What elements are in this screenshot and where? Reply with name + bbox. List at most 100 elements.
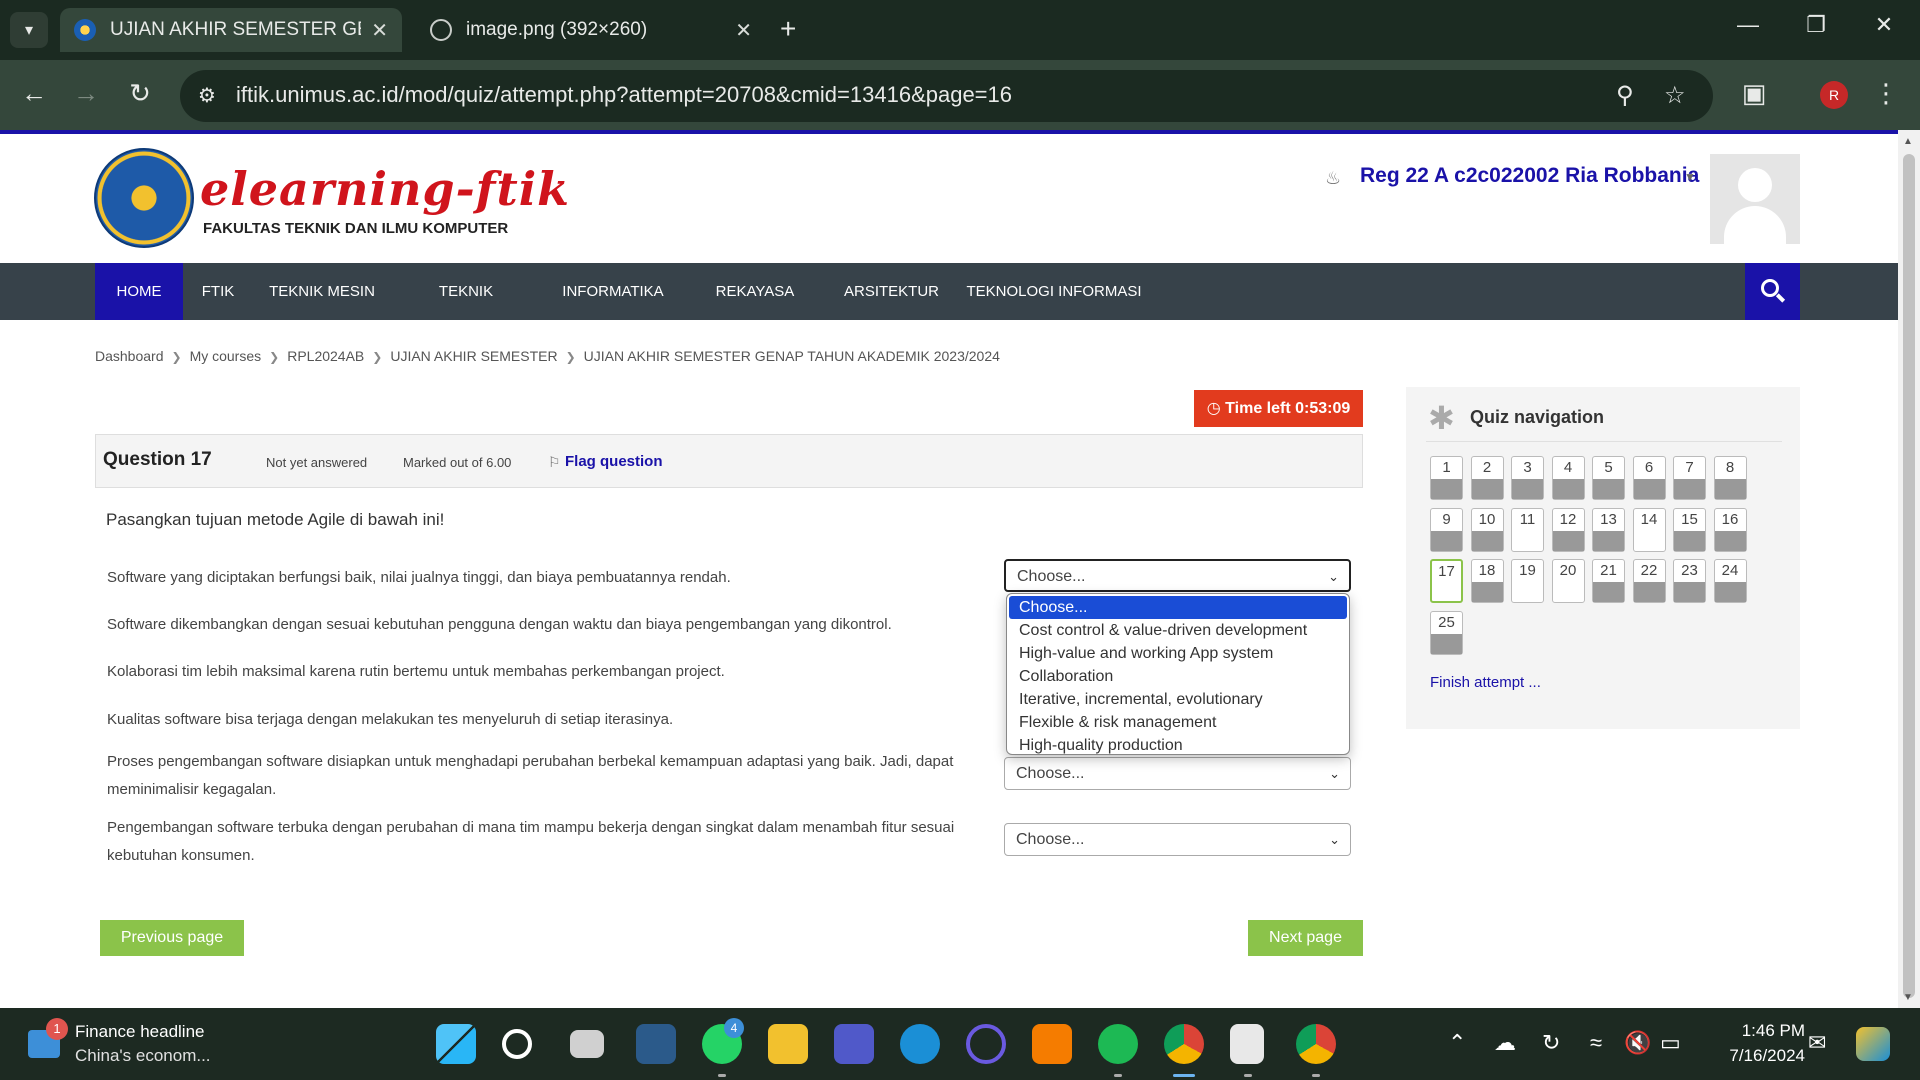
tab-search-button[interactable]: ▾ <box>10 12 48 48</box>
dropdown-option[interactable]: Cost control & value-driven development <box>1009 619 1347 642</box>
caret-down-icon[interactable]: ▼ <box>1684 170 1696 184</box>
breadcrumb-quiz[interactable]: UJIAN AKHIR SEMESTER GENAP TAHUN AKADEMI… <box>584 348 1000 364</box>
xampp-icon[interactable] <box>1032 1024 1072 1064</box>
avatar[interactable] <box>1710 154 1800 244</box>
quiz-nav-button[interactable]: 21 <box>1592 559 1625 603</box>
site-settings-icon[interactable]: ⚙ <box>198 83 216 108</box>
search-button[interactable] <box>1745 263 1800 320</box>
match-select-1[interactable]: Choose... ⌄ <box>1004 559 1351 592</box>
dropdown-option[interactable]: Collaboration <box>1009 665 1347 688</box>
file-explorer-icon[interactable] <box>768 1024 808 1064</box>
profile-avatar-button[interactable]: R <box>1820 81 1848 109</box>
dropdown-option[interactable]: High-value and working App system <box>1009 642 1347 665</box>
bookmark-star-icon[interactable]: ☆ <box>1664 81 1686 110</box>
close-icon[interactable]: ✕ <box>735 18 752 43</box>
quiz-nav-button[interactable]: 23 <box>1673 559 1706 603</box>
quiz-nav-button[interactable]: 25 <box>1430 610 1463 655</box>
network-app-icon[interactable] <box>966 1024 1006 1064</box>
reload-icon[interactable]: ↻ <box>122 78 158 109</box>
edge-icon[interactable] <box>900 1024 940 1064</box>
window-close-icon[interactable]: ✕ <box>1864 12 1904 38</box>
quiz-nav-button[interactable]: 10 <box>1470 507 1504 552</box>
previous-page-button[interactable]: Previous page <box>100 920 244 956</box>
quiz-nav-button[interactable]: 1 <box>1430 456 1463 500</box>
user-menu-name[interactable]: Reg 22 A c2c022002 Ria Robbania <box>1360 164 1699 188</box>
taskbar-time[interactable]: 1:46 PM <box>1705 1021 1805 1041</box>
quiz-nav-button[interactable]: 2 <box>1470 456 1504 500</box>
browser-tab-image[interactable]: image.png (392×260) ✕ <box>416 8 766 52</box>
quiz-nav-button[interactable]: 24 <box>1713 559 1747 603</box>
quiz-nav-button[interactable]: 7 <box>1673 456 1706 500</box>
quiz-nav-button[interactable]: 3 <box>1511 456 1544 500</box>
quiz-nav-button[interactable]: 16 <box>1713 507 1747 552</box>
scroll-down-icon[interactable]: ▼ <box>1903 992 1913 1003</box>
nav-item-teknik-elektro[interactable]: TEKNIK ELEKTRO <box>406 263 526 357</box>
nav-item-ftik[interactable]: FTIK <box>198 263 238 320</box>
quiz-nav-button[interactable]: 18 <box>1470 559 1504 603</box>
nav-item-teknologi-informasi[interactable]: TEKNOLOGI INFORMASI <box>966 263 1142 320</box>
quiz-nav-button[interactable]: 11 <box>1511 507 1544 552</box>
match-select-6[interactable]: Choose... ⌄ <box>1004 823 1351 856</box>
extensions-icon[interactable]: ▣ <box>1736 78 1772 109</box>
nav-item-arsitektur[interactable]: ARSITEKTUR <box>844 263 939 320</box>
address-bar[interactable]: ⚙ iftik.unimus.ac.id/mod/quiz/attempt.ph… <box>180 70 1713 122</box>
search-icon[interactable] <box>502 1029 532 1059</box>
dropdown-option[interactable]: Choose... <box>1009 596 1347 619</box>
scroll-up-icon[interactable]: ▲ <box>1903 136 1913 147</box>
copilot-icon[interactable] <box>1856 1027 1890 1061</box>
quiz-nav-button[interactable]: 4 <box>1551 456 1585 500</box>
next-page-button[interactable]: Next page <box>1248 920 1363 956</box>
finish-attempt-link[interactable]: Finish attempt ... <box>1430 674 1541 691</box>
nav-item-home[interactable]: HOME <box>95 263 183 320</box>
sync-icon[interactable]: ↻ <box>1542 1030 1560 1056</box>
quiz-nav-button[interactable]: 5 <box>1592 456 1625 500</box>
chrome-icon[interactable] <box>1164 1024 1204 1064</box>
nav-item-informatika[interactable]: INFORMATIKA <box>558 263 668 320</box>
wifi-icon[interactable]: ≈ <box>1590 1030 1602 1056</box>
match-select-dropdown-list[interactable]: Choose... Cost control & value-driven de… <box>1006 593 1350 755</box>
quiz-nav-button[interactable]: 13 <box>1592 507 1625 552</box>
snipping-tool-icon[interactable] <box>1230 1024 1264 1064</box>
taskbar-date[interactable]: 7/16/2024 <box>1705 1046 1805 1066</box>
quiz-nav-button[interactable]: 14 <box>1632 507 1666 552</box>
forward-arrow-icon[interactable]: → <box>68 78 104 109</box>
close-icon[interactable]: ✕ <box>371 18 388 43</box>
chevron-up-icon[interactable]: ⌃ <box>1448 1030 1466 1056</box>
quiz-nav-button[interactable]: 8 <box>1713 456 1747 500</box>
notification-bell-icon[interactable]: ♨ <box>1325 168 1341 189</box>
breadcrumb-course[interactable]: RPL2024AB <box>287 348 364 364</box>
news-widget-title[interactable]: Finance headline <box>75 1022 204 1042</box>
page-scrollbar[interactable]: ▲ ▼ <box>1898 130 1920 1008</box>
back-arrow-icon[interactable]: ← <box>16 78 52 109</box>
nav-item-teknik-mesin[interactable]: TEKNIK MESIN <box>268 263 376 320</box>
quiz-nav-button[interactable]: 17 <box>1430 559 1463 603</box>
dropdown-option[interactable]: High-quality production <box>1009 734 1347 757</box>
news-widget-subtitle[interactable]: China's econom... <box>75 1046 211 1066</box>
university-seal-logo[interactable] <box>94 148 194 248</box>
quiz-nav-button[interactable]: 19 <box>1511 559 1544 603</box>
quiz-nav-button[interactable]: 6 <box>1632 456 1666 500</box>
match-select-5[interactable]: Choose... ⌄ <box>1004 757 1351 790</box>
windows-start-icon[interactable] <box>436 1024 476 1064</box>
new-tab-button[interactable]: + <box>780 14 796 44</box>
mute-speaker-icon[interactable]: 🔇 <box>1624 1030 1651 1056</box>
quiz-nav-button[interactable]: 15 <box>1673 507 1706 552</box>
zoom-icon[interactable]: ⚲ <box>1616 81 1634 110</box>
chrome-profile-icon[interactable] <box>1296 1024 1336 1064</box>
quiz-nav-button[interactable]: 20 <box>1551 559 1585 603</box>
quiz-nav-button[interactable]: 12 <box>1551 507 1585 552</box>
spotify-icon[interactable] <box>1098 1024 1138 1064</box>
teams-icon[interactable] <box>834 1024 874 1064</box>
browser-tab-quiz[interactable]: UJIAN AKHIR SEMESTER GENAP ✕ <box>60 8 402 52</box>
breadcrumb-dashboard[interactable]: Dashboard <box>95 348 164 364</box>
cloud-icon[interactable]: ☁ <box>1494 1030 1516 1056</box>
more-menu-icon[interactable]: ⋮ <box>1868 78 1904 109</box>
quiz-nav-button[interactable]: 9 <box>1430 507 1463 552</box>
minimize-icon[interactable]: — <box>1728 12 1768 38</box>
quiz-nav-button[interactable]: 22 <box>1632 559 1666 603</box>
nav-item-rekayasa-sipil[interactable]: REKAYASA SIPIL <box>697 263 813 357</box>
breadcrumb-section[interactable]: UJIAN AKHIR SEMESTER <box>390 348 557 364</box>
flag-question-link[interactable]: Flag question <box>565 453 663 470</box>
url-text[interactable]: iftik.unimus.ac.id/mod/quiz/attempt.php?… <box>236 82 1012 108</box>
site-logo-title[interactable]: elearning-ftik <box>200 162 570 216</box>
